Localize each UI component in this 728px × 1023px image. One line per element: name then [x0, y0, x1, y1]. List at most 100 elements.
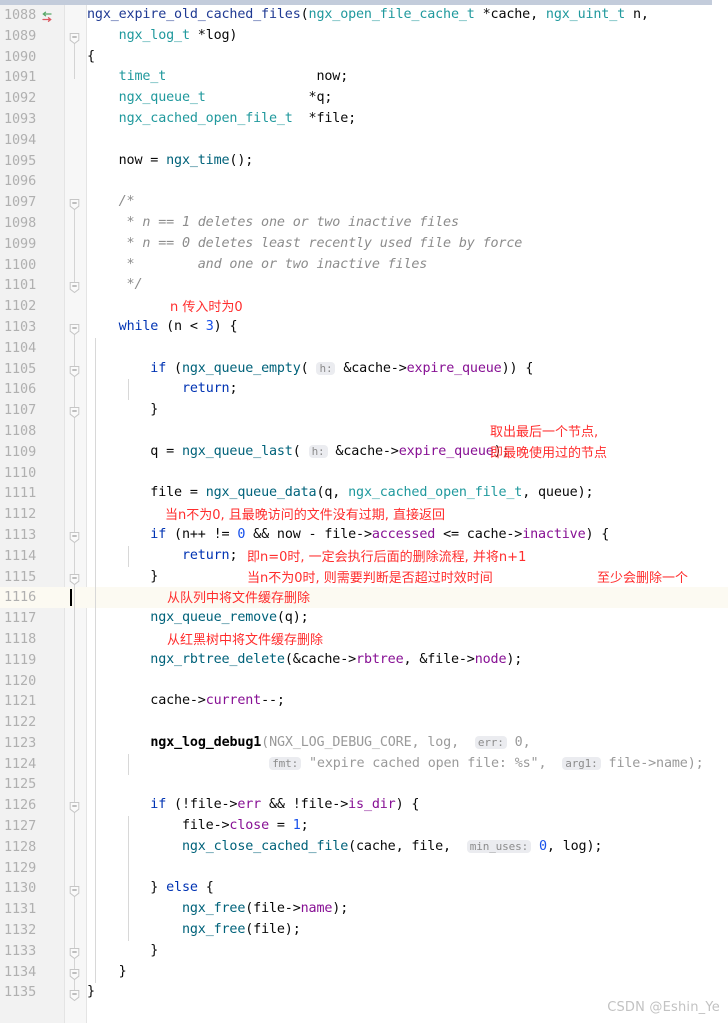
code-line[interactable]: 1124 fmt: "expire cached open file: %s",…: [0, 754, 728, 775]
code-annotation: 从红黑树中将文件缓存删除: [167, 633, 324, 648]
code-line[interactable]: 1131 ngx_free(file->name);: [0, 899, 728, 920]
show-usages-arrows-icon[interactable]: [40, 9, 54, 23]
code-text[interactable]: }: [87, 941, 728, 962]
code-line[interactable]: 1094: [0, 130, 728, 151]
code-text[interactable]: file->close = 1;: [87, 816, 728, 837]
code-text[interactable]: ngx_rbtree_delete(&cache->rbtree, &file-…: [87, 650, 728, 671]
code-text[interactable]: } else {: [87, 878, 728, 899]
code-line[interactable]: 1106 return;: [0, 379, 728, 400]
code-text[interactable]: time_t now;: [87, 67, 728, 88]
code-text[interactable]: ngx_expire_old_cached_files(ngx_open_fil…: [87, 5, 728, 26]
code-text[interactable]: ngx_queue_remove(q);: [87, 608, 728, 629]
code-line[interactable]: 1116: [0, 587, 728, 609]
code-line[interactable]: 1098 * n == 1 deletes one or two inactiv…: [0, 213, 728, 234]
fold-toggle-icon[interactable]: [68, 279, 81, 294]
code-text[interactable]: ngx_log_debug1(NGX_LOG_DEBUG_CORE, log, …: [87, 733, 728, 754]
line-number: 1135: [4, 984, 37, 1001]
code-text[interactable]: ngx_log_t *log): [87, 26, 728, 47]
code-line[interactable]: 1113 if (n++ != 0 && now - file->accesse…: [0, 525, 728, 546]
code-line[interactable]: 1127 file->close = 1;: [0, 816, 728, 837]
code-line[interactable]: 1117 ngx_queue_remove(q);: [0, 608, 728, 629]
code-line[interactable]: 1122: [0, 712, 728, 733]
code-line[interactable]: 1123 ngx_log_debug1(NGX_LOG_DEBUG_CORE, …: [0, 733, 728, 754]
code-line[interactable]: 1129: [0, 858, 728, 879]
line-number: 1120: [4, 672, 37, 689]
line-number: 1130: [4, 880, 37, 897]
code-line[interactable]: 1109 q = ngx_queue_last( h: &cache->expi…: [0, 442, 728, 463]
fold-toggle-icon[interactable]: [68, 30, 81, 44]
code-line[interactable]: 1089 ngx_log_t *log): [0, 26, 728, 47]
code-line[interactable]: 1102: [0, 296, 728, 317]
code-text[interactable]: if (!file->err && !file->is_dir) {: [87, 795, 728, 816]
code-line[interactable]: 1100 * and one or two inactive files: [0, 255, 728, 276]
code-line[interactable]: 1090 {: [0, 47, 728, 68]
line-number: 1126: [4, 797, 37, 814]
code-line[interactable]: 1104: [0, 338, 728, 359]
code-line[interactable]: 1101 */: [0, 275, 728, 296]
code-line[interactable]: 1121 cache->current--;: [0, 691, 728, 712]
code-text[interactable]: * n == 0 deletes least recently used fil…: [87, 234, 728, 255]
indent-guide: [95, 857, 96, 879]
code-line[interactable]: 1120: [0, 671, 728, 692]
code-text[interactable]: ngx_close_cached_file(cache, file, min_u…: [87, 837, 728, 858]
code-line[interactable]: 1110: [0, 463, 728, 484]
code-text[interactable]: ngx_free(file->name);: [87, 899, 728, 920]
code-text[interactable]: /*: [87, 192, 728, 213]
fold-toggle-icon[interactable]: [68, 196, 81, 211]
fold-toggle-icon[interactable]: [68, 404, 81, 419]
code-line[interactable]: 1111 file = ngx_queue_data(q, ngx_cached…: [0, 483, 728, 504]
code-text[interactable]: now = ngx_time();: [87, 151, 728, 172]
fold-toggle-icon[interactable]: [68, 966, 81, 980]
code-text[interactable]: file = ngx_queue_data(q, ngx_cached_open…: [87, 483, 728, 504]
fold-toggle-icon[interactable]: [68, 363, 81, 377]
fold-toggle-icon[interactable]: [68, 529, 81, 544]
code-line[interactable]: 1099 * n == 0 deletes least recently use…: [0, 234, 728, 255]
code-line[interactable]: 1125: [0, 774, 728, 795]
code-line[interactable]: 1118: [0, 629, 728, 650]
code-lines-container: 1088 ngx_expire_old_cached_files(ngx_open…: [0, 5, 728, 1003]
code-line[interactable]: 1133 }: [0, 941, 728, 962]
indent-guide: [95, 566, 96, 588]
fold-toggle-icon[interactable]: [68, 945, 81, 960]
code-text[interactable]: ngx_queue_t *q;: [87, 88, 728, 109]
code-text[interactable]: }: [87, 962, 728, 983]
code-line[interactable]: 1088 ngx_expire_old_cached_files(ngx_open…: [0, 5, 728, 26]
code-line[interactable]: 1107 }: [0, 400, 728, 421]
code-line[interactable]: 1105 if (ngx_queue_empty( h: &cache->exp…: [0, 359, 728, 380]
code-line[interactable]: 1108: [0, 421, 728, 442]
indent-guide: [95, 337, 96, 359]
code-text[interactable]: * and one or two inactive files: [87, 255, 728, 276]
fold-toggle-icon[interactable]: [68, 883, 81, 897]
code-line[interactable]: 1095 now = ngx_time();: [0, 151, 728, 172]
fold-toggle-icon[interactable]: [68, 799, 81, 814]
line-number: 1095: [4, 152, 37, 169]
code-text[interactable]: return;: [87, 379, 728, 400]
code-text[interactable]: while (n < 3) {: [87, 317, 728, 338]
code-text[interactable]: ngx_cached_open_file_t *file;: [87, 109, 728, 130]
code-text[interactable]: * n == 1 deletes one or two inactive fil…: [87, 213, 728, 234]
code-line[interactable]: 1132 ngx_free(file);: [0, 920, 728, 941]
code-line[interactable]: 1130 } else {: [0, 878, 728, 899]
code-text[interactable]: */: [87, 275, 728, 296]
code-line[interactable]: 1134 }: [0, 962, 728, 983]
code-line[interactable]: 1128 ngx_close_cached_file(cache, file, …: [0, 837, 728, 858]
code-line[interactable]: 1096: [0, 171, 728, 192]
code-line[interactable]: 1092 ngx_queue_t *q;: [0, 88, 728, 109]
code-line[interactable]: 1091 time_t now;: [0, 67, 728, 88]
code-text[interactable]: ngx_free(file);: [87, 920, 728, 941]
code-text[interactable]: }: [87, 400, 728, 421]
code-text[interactable]: fmt: "expire cached open file: %s", arg1…: [87, 754, 728, 775]
code-line[interactable]: 1103 while (n < 3) {: [0, 317, 728, 338]
code-text[interactable]: q = ngx_queue_last( h: &cache->expire_qu…: [87, 442, 728, 463]
code-text[interactable]: {: [87, 47, 728, 68]
fold-toggle-icon[interactable]: [68, 571, 81, 585]
code-line[interactable]: 1097 /*: [0, 192, 728, 213]
code-line[interactable]: 1093 ngx_cached_open_file_t *file;: [0, 109, 728, 130]
code-text[interactable]: if (ngx_queue_empty( h: &cache->expire_q…: [87, 359, 728, 380]
code-line[interactable]: 1119 ngx_rbtree_delete(&cache->rbtree, &…: [0, 650, 728, 671]
fold-toggle-icon[interactable]: [68, 321, 81, 336]
code-text[interactable]: if (n++ != 0 && now - file->accessed <= …: [87, 525, 728, 546]
fold-toggle-icon[interactable]: [68, 987, 81, 1001]
code-line[interactable]: 1126 if (!file->err && !file->is_dir) {: [0, 795, 728, 816]
code-text[interactable]: cache->current--;: [87, 691, 728, 712]
